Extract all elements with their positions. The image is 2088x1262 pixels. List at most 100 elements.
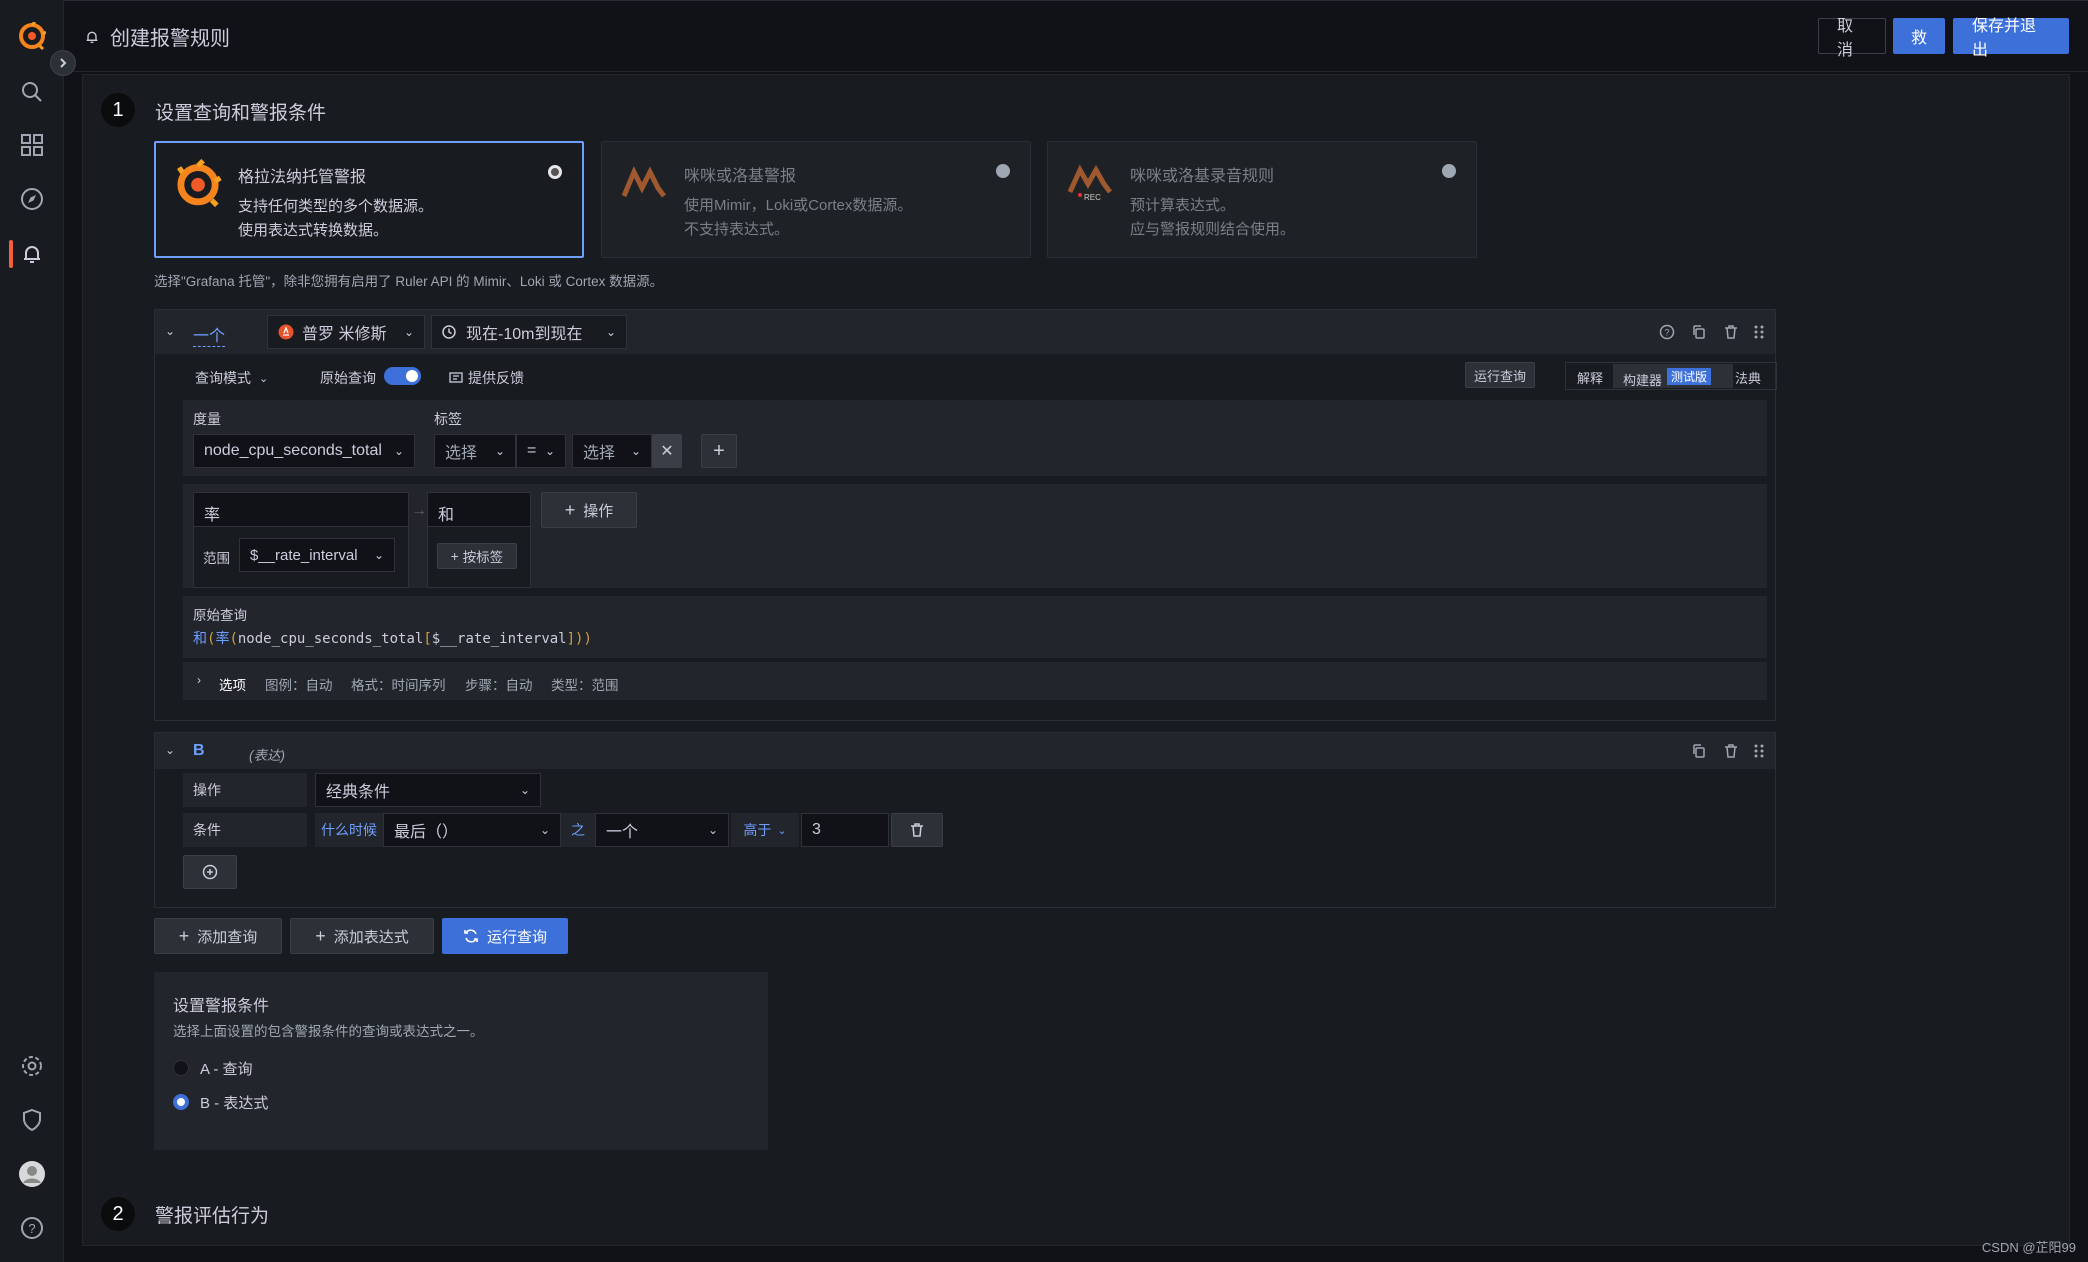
expression-name[interactable]: B bbox=[193, 742, 205, 760]
top-bar bbox=[64, 0, 2088, 72]
svg-text:?: ? bbox=[28, 1221, 35, 1236]
raw-query-title: 原始查询 bbox=[193, 608, 247, 623]
card-description: 预计算表达式。 应与警报规则结合使用。 bbox=[1130, 197, 1296, 238]
option-b-radio[interactable] bbox=[173, 1094, 189, 1110]
raw-query-panel bbox=[183, 596, 1767, 658]
card-description: 使用Mimir，Loki或Cortex数据源。 不支持表达式。 bbox=[684, 197, 913, 238]
save-button[interactable]: 救 bbox=[1893, 18, 1945, 54]
settings-gear-icon[interactable] bbox=[18, 1052, 46, 1080]
plus-icon: + bbox=[178, 925, 190, 946]
expression-b-header bbox=[155, 733, 1775, 769]
delete-trash-icon[interactable] bbox=[1723, 743, 1739, 759]
plus-circle-icon bbox=[202, 864, 218, 880]
svg-text:?: ? bbox=[1664, 328, 1669, 338]
evaluator-select[interactable]: 高于 ⌄ bbox=[731, 813, 799, 847]
card-title: 咪咪或洛基警报 bbox=[684, 168, 797, 185]
expression-type: (表达) bbox=[249, 748, 285, 763]
operation-rate-name[interactable]: 率 bbox=[194, 493, 408, 527]
help-icon[interactable]: ? bbox=[1659, 324, 1675, 340]
add-query-button[interactable]: + 添加查询 bbox=[154, 918, 282, 954]
threshold-input[interactable]: 3 bbox=[801, 813, 889, 847]
query-mode-dropdown[interactable]: 查询模式 ⌄ bbox=[195, 368, 268, 388]
card-title: 格拉法纳托管警报 bbox=[238, 169, 367, 186]
delete-trash-icon[interactable] bbox=[1723, 324, 1739, 340]
rule-type-grafana-managed[interactable]: 格拉法纳托管警报 支持任何类型的多个数据源。 使用表达式转换数据。 bbox=[154, 141, 584, 258]
raw-query-label: 原始查询 bbox=[320, 370, 376, 386]
datasource-picker[interactable]: 普罗 米修斯 ⌄ bbox=[267, 315, 425, 349]
query-select[interactable]: 一个 ⌄ bbox=[595, 813, 729, 847]
drag-handle-icon[interactable] bbox=[1753, 743, 1765, 759]
remove-label-button[interactable]: ✕ bbox=[652, 434, 682, 468]
card-radio[interactable] bbox=[996, 164, 1010, 178]
add-condition-button[interactable] bbox=[183, 855, 237, 889]
option-legend: 图例：自动 bbox=[265, 678, 333, 693]
alerting-bell-icon[interactable] bbox=[18, 240, 46, 268]
sidebar: ? bbox=[0, 0, 64, 1262]
delete-condition-button[interactable] bbox=[891, 813, 943, 847]
card-radio[interactable] bbox=[548, 165, 562, 179]
by-label-button[interactable]: + 按标签 bbox=[437, 543, 517, 569]
run-queries-button[interactable]: 运行查询 bbox=[442, 918, 568, 954]
run-query-small-button[interactable]: 运行查询 bbox=[1465, 362, 1535, 388]
drag-handle-icon[interactable] bbox=[1753, 324, 1765, 340]
sidebar-expand-button[interactable] bbox=[50, 50, 76, 76]
option-a-radio[interactable] bbox=[173, 1060, 189, 1076]
raw-query-code: 和(率(node_cpu_seconds_total[$__rate_inter… bbox=[193, 631, 592, 647]
code-mode-tab[interactable]: 法典 bbox=[1735, 368, 1761, 387]
label-name-select[interactable]: 选择 ⌄ bbox=[434, 434, 516, 468]
expression-b-editor: ⌄ B (表达) 操作 经典条件 ⌄ 条件 什么时候 最后（） ⌄ 之 一个 ⌄ 高于… bbox=[154, 732, 1776, 908]
rule-type-mimir-loki-recording[interactable]: REC 咪咪或洛基录音规则 预计算表达式。 应与警报规则结合使用。 bbox=[1047, 141, 1477, 258]
operation-sum-name[interactable]: 和 bbox=[428, 493, 530, 527]
label-operator-select[interactable]: = ⌄ bbox=[516, 434, 566, 468]
explore-compass-icon[interactable] bbox=[18, 185, 46, 213]
plus-icon: + bbox=[713, 439, 725, 462]
collapse-chevron-icon[interactable]: ⌄ bbox=[165, 743, 175, 757]
grafana-logo-icon[interactable] bbox=[18, 22, 46, 50]
reducer-select[interactable]: 最后（） ⌄ bbox=[383, 813, 561, 847]
operation-select[interactable]: 经典条件 ⌄ bbox=[315, 773, 541, 807]
dashboards-icon[interactable] bbox=[18, 131, 46, 159]
collapse-chevron-icon[interactable]: ⌄ bbox=[165, 324, 175, 338]
rule-type-mimir-loki-alert[interactable]: 咪咪或洛基警报 使用Mimir，Loki或Cortex数据源。 不支持表达式。 bbox=[601, 141, 1031, 258]
labels-label: 标签 bbox=[434, 411, 462, 427]
plus-icon: + bbox=[450, 548, 459, 564]
shield-icon[interactable] bbox=[18, 1106, 46, 1134]
duplicate-icon[interactable] bbox=[1691, 743, 1707, 759]
add-operation-button[interactable]: + 操作 bbox=[541, 492, 637, 528]
metric-labels-panel bbox=[183, 400, 1767, 476]
range-label: 范围 bbox=[203, 551, 230, 566]
help-icon[interactable]: ? bbox=[18, 1214, 46, 1242]
metric-select[interactable]: node_cpu_seconds_total ⌄ bbox=[193, 434, 415, 468]
operation-label: 操作 bbox=[183, 773, 307, 807]
query-a-editor: ⌄ 一个 普罗 米修斯 ⌄ 现在-10m到现在 ⌄ ? 查询模式 ⌄ 原始查询 提供反… bbox=[154, 309, 1777, 721]
prometheus-icon bbox=[278, 324, 294, 340]
condition-description: 选择上面设置的包含警报条件的查询或表达式之一。 bbox=[173, 1024, 484, 1039]
option-a-label[interactable]: A - 查询 bbox=[200, 1058, 253, 1079]
plus-icon: + bbox=[564, 499, 576, 520]
clock-icon bbox=[442, 325, 456, 339]
beta-badge: 测试版 bbox=[1667, 368, 1712, 385]
add-expression-button[interactable]: + 添加表达式 bbox=[290, 918, 434, 954]
condition-title: 设置警报条件 bbox=[173, 998, 270, 1015]
time-range-picker[interactable]: 现在-10m到现在 ⌄ bbox=[431, 315, 627, 349]
options-chevron-icon: › bbox=[197, 673, 201, 687]
search-icon[interactable] bbox=[18, 78, 46, 106]
raw-query-toggle[interactable] bbox=[384, 367, 421, 385]
options-label: 选项 bbox=[219, 678, 246, 693]
condition-label: 条件 bbox=[183, 813, 307, 847]
page-title-text: 创建报警规则 bbox=[110, 28, 230, 50]
query-name[interactable]: 一个 bbox=[193, 322, 226, 347]
avatar[interactable] bbox=[18, 1160, 46, 1188]
feedback-link[interactable]: 提供反馈 bbox=[449, 368, 524, 388]
label-value-select[interactable]: 选择 ⌄ bbox=[572, 434, 652, 468]
duplicate-icon[interactable] bbox=[1691, 324, 1707, 340]
add-label-button[interactable]: + bbox=[701, 434, 737, 468]
active-indicator bbox=[9, 240, 13, 268]
step-1-title: 设置查询和警报条件 bbox=[155, 103, 327, 124]
save-and-exit-button[interactable]: 保存并退出 bbox=[1953, 18, 2069, 59]
range-select[interactable]: $__rate_interval ⌄ bbox=[239, 538, 395, 572]
cancel-button[interactable]: 取消 bbox=[1818, 18, 1886, 59]
step-2-number: 2 bbox=[101, 1197, 135, 1231]
card-radio[interactable] bbox=[1442, 164, 1456, 178]
option-b-label[interactable]: B - 表达式 bbox=[200, 1092, 268, 1113]
